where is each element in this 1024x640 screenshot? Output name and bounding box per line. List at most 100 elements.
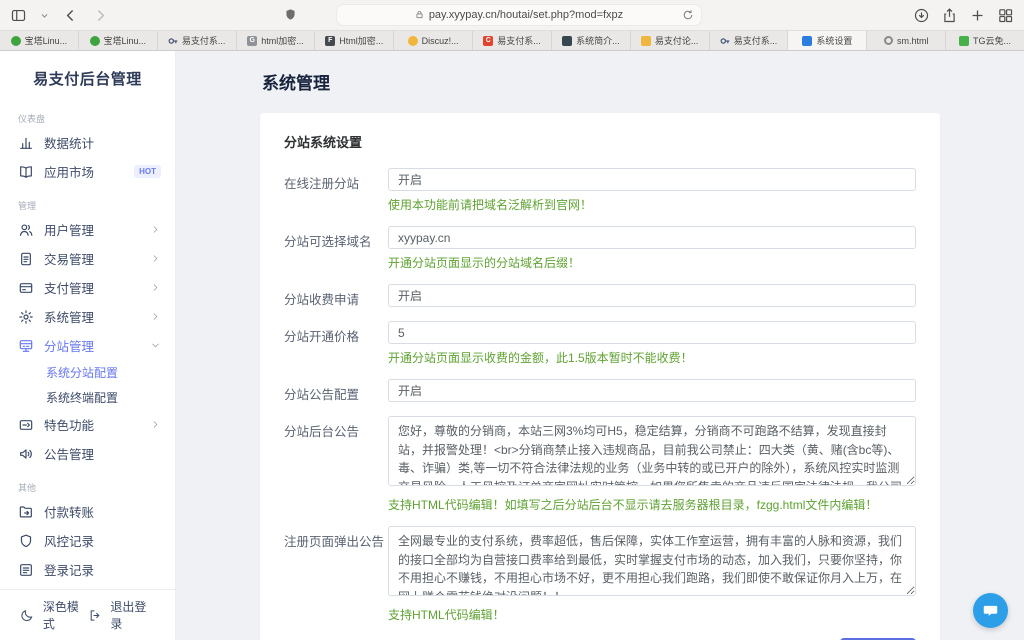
transfer-icon [18,504,34,520]
field-label: 分站后台公告 [284,416,388,513]
browser-tab[interactable]: 易支付论... [631,31,710,50]
book-icon [18,164,34,180]
browser-tab[interactable]: 系统简介... [552,31,631,50]
logout-button[interactable]: 退出登录 [88,598,156,632]
sites-icon [18,338,34,354]
form-row: 分站可选择域名开通分站页面显示的分站域名后缀！ [284,226,916,271]
form-row: 分站收费申请 [284,284,916,308]
url-text: pay.xyypay.cn/houtai/set.php?mod=fxpz [429,9,623,21]
sidebar-item-label: 支付管理 [44,278,94,297]
moon-icon [20,608,34,623]
sidebar-item[interactable]: 登录记录 [0,555,175,584]
tab-label: 易支付系... [497,34,541,47]
sidebar-item-label: 公告管理 [44,444,94,463]
epay-favicon: C [483,36,493,46]
field-hint: 开通分站页面显示收费的金额，此1.5版本暂时不能收费！ [388,349,916,366]
browser-tab[interactable]: Ghtml加密... [237,31,316,50]
baota-favicon [90,36,100,46]
form-row: 分站公告配置 [284,379,916,403]
tab-label: Discuz!... [422,36,459,46]
reload-icon[interactable] [682,9,694,21]
sidebar-footer: 深色模式 退出登录 [0,589,175,640]
dark-mode-label: 深色模式 [43,598,88,632]
form-input[interactable] [388,168,916,191]
sidebar-section-header: 其他 [0,468,175,497]
browser-tab[interactable]: 易支付系... [710,31,789,50]
html-encrypt-favicon: F [325,36,335,46]
logout-icon [88,608,102,623]
forward-icon[interactable] [92,7,109,24]
tg-favicon [959,36,969,46]
share-icon[interactable] [941,7,958,24]
sidebar-item-label: 登录记录 [44,560,94,579]
tab-label: Html加密... [339,34,383,47]
form-textarea[interactable] [388,416,916,486]
field-label: 在线注册分站 [284,168,388,213]
sidebar-item-label: 分站管理 [44,336,94,355]
privacy-shield-icon[interactable] [284,8,297,23]
sidebar-item[interactable]: 特色功能 [0,410,175,439]
tab-label: TG云免... [973,34,1011,47]
document-icon [18,251,34,267]
chevron-right-icon [150,419,161,430]
address-bar[interactable]: pay.xyypay.cn/houtai/set.php?mod=fxpz [337,5,701,25]
browser-tab[interactable]: Discuz!... [394,31,473,50]
chevron-right-icon [150,311,161,322]
sidebar-item-label: 用户管理 [44,220,94,239]
browser-tab[interactable]: TG云免... [946,31,1024,50]
browser-tab[interactable]: 宝塔Linu... [0,31,79,50]
browser-tab[interactable]: 系统设置 [788,31,867,50]
sidebar-item[interactable]: 分站管理 [0,331,175,360]
form-input[interactable] [388,379,916,402]
sidebar-item[interactable]: 系统管理 [0,302,175,331]
sidebar-toggle-icon[interactable] [10,7,27,24]
sidebar-item[interactable]: 交易管理 [0,244,175,273]
sidebar-item-label: 交易管理 [44,249,94,268]
sidebar-item-label: 特色功能 [44,415,94,434]
tab-label: 系统设置 [816,34,852,47]
tab-label: 易支付系... [734,34,778,47]
sidebar-item[interactable]: 数据统计 [0,128,175,157]
dark-mode-toggle[interactable]: 深色模式 [20,598,88,632]
sidebar-item[interactable]: 应用市场HOT [0,157,175,186]
tab-overview-icon[interactable] [997,7,1014,24]
chat-widget-button[interactable] [973,593,1008,628]
field-label: 分站公告配置 [284,379,388,403]
sidebar-item[interactable]: 公告管理 [0,439,175,468]
sidebar-nav: 仪表盘数据统计应用市场HOT管理用户管理交易管理支付管理系统管理分站管理系统分站… [0,95,175,589]
sidebar-item[interactable]: 用户管理 [0,215,175,244]
key-favicon [168,36,178,46]
sidebar-subitem[interactable]: 系统终端配置 [0,385,175,410]
sidebar-item[interactable]: 风控记录 [0,526,175,555]
system-intro-favicon [562,36,572,46]
tab-label: 系统简介... [576,34,620,47]
browser-tab[interactable]: 宝塔Linu... [79,31,158,50]
browser-tab[interactable]: sm.html [867,31,946,50]
tab-label: 宝塔Linu... [25,34,68,47]
browser-tab[interactable]: 易支付系... [158,31,237,50]
browser-window: pay.xyypay.cn/houtai/set.php?mod=fxpz 宝塔… [0,0,1024,640]
settings-form: 在线注册分站使用本功能前请把域名泛解析到官网！分站可选择域名开通分站页面显示的分… [284,168,916,623]
sidebar-subitem[interactable]: 系统分站配置 [0,360,175,385]
key-favicon [720,36,730,46]
browser-tab[interactable]: F Html加密... [315,31,394,50]
sidebar-item[interactable]: 付款转账 [0,497,175,526]
sidebar-item-label: 付款转账 [44,502,94,521]
chevron-down-icon[interactable] [40,11,49,20]
form-textarea[interactable] [388,526,916,596]
main-content: 系统管理 分站系统设置 在线注册分站使用本功能前请把域名泛解析到官网！分站可选择… [176,51,1024,640]
back-icon[interactable] [62,7,79,24]
form-input[interactable] [388,321,916,344]
sm-html-favicon [884,36,893,45]
new-tab-icon[interactable] [969,7,986,24]
browser-tab[interactable]: C 易支付系... [473,31,552,50]
chevron-down-icon [150,340,161,351]
bar-chart-icon [18,135,34,151]
shield-icon [18,533,34,549]
form-input[interactable] [388,284,916,307]
sidebar-item[interactable]: 支付管理 [0,273,175,302]
tab-label: sm.html [897,36,929,46]
downloads-icon[interactable] [913,7,930,24]
users-icon [18,222,34,238]
form-input[interactable] [388,226,916,249]
